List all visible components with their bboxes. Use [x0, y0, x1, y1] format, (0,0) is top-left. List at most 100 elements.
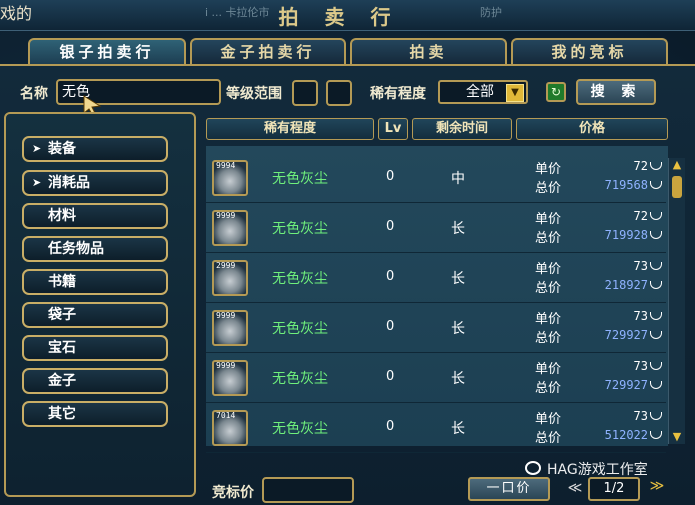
- watermark-text: HAG游戏工作室: [547, 462, 648, 478]
- total-price-label: 总价: [535, 281, 562, 296]
- category-label: 装备: [48, 141, 76, 157]
- unit-price-label: 单价: [535, 162, 562, 177]
- listing-row[interactable]: 9999 无色灰尘 0 长 单价 总价 73 729927: [206, 304, 666, 353]
- dropdown-arrow-icon[interactable]: ▼: [506, 84, 524, 102]
- name-label: 名称: [20, 86, 48, 102]
- category-label: 消耗品: [48, 175, 90, 191]
- silver-coin-icon: [650, 281, 662, 289]
- unit-price-label: 单价: [535, 312, 562, 327]
- next-page-icon[interactable]: ≫: [646, 478, 668, 498]
- item-name: 无色灰尘: [272, 271, 328, 287]
- dust-item-icon[interactable]: 9994: [212, 160, 248, 196]
- listing-row[interactable]: 9999 无色灰尘 0 长 单价 总价 72 719928: [206, 204, 666, 253]
- item-quantity: 2999: [216, 261, 236, 270]
- item-level: 0: [386, 219, 395, 234]
- dust-item-icon[interactable]: 9999: [212, 310, 248, 346]
- item-quantity: 9999: [216, 211, 236, 220]
- listing-row[interactable]: 9994 无色灰尘 0 中 单价 总价 72 719568: [206, 154, 666, 203]
- silver-coin-icon: [650, 212, 662, 220]
- unit-price: 73: [633, 409, 648, 423]
- rarity-select[interactable]: 全部 ▼: [438, 80, 528, 104]
- category-gold[interactable]: 金子: [22, 368, 168, 394]
- scroll-down-icon[interactable]: ▼: [670, 430, 684, 444]
- silver-coin-icon: [650, 181, 662, 189]
- unit-price: 72: [633, 209, 648, 223]
- category-label: 宝石: [48, 340, 76, 356]
- category-label: 任务物品: [48, 241, 104, 257]
- search-button[interactable]: 搜 索: [576, 79, 656, 105]
- category-gems[interactable]: 宝石: [22, 335, 168, 361]
- background-text-edge: 戏的: [0, 4, 33, 23]
- tab-auction[interactable]: 拍卖: [350, 38, 507, 64]
- item-time-left: 长: [451, 321, 465, 337]
- listing-header: 稀有程度 Lv 剩余时间 价格: [206, 118, 669, 142]
- category-consumables[interactable]: ➤ 消耗品: [22, 170, 168, 196]
- level-min-input[interactable]: [292, 80, 318, 106]
- column-time-left[interactable]: 剩余时间: [412, 118, 512, 140]
- wechat-icon: [525, 461, 541, 475]
- listing-row[interactable]: 2999 无色灰尘 0 长 单价 总价 73 218927: [206, 254, 666, 303]
- refresh-icon[interactable]: ↻: [546, 82, 566, 102]
- silver-coin-icon: [650, 312, 662, 320]
- scroll-thumb[interactable]: [672, 176, 682, 198]
- expand-arrow-icon: ➤: [32, 176, 42, 189]
- total-price-label: 总价: [535, 431, 562, 446]
- listing-row[interactable]: 9999 无色灰尘 0 长 单价 总价 73 729927: [206, 354, 666, 403]
- rarity-select-value: 全部: [466, 84, 494, 100]
- tab-my-bids[interactable]: 我的竞标: [511, 38, 668, 64]
- name-input[interactable]: 无色: [56, 79, 221, 105]
- item-name: 无色灰尘: [272, 421, 328, 437]
- item-time-left: 长: [451, 271, 465, 287]
- total-price: 512022: [604, 428, 648, 442]
- category-bags[interactable]: 袋子: [22, 302, 168, 328]
- silver-coin-icon: [650, 162, 662, 170]
- listing-list: 9994 无色灰尘 0 中 单价 总价 72 719568 9999 无色灰尘 …: [206, 146, 668, 453]
- item-level: 0: [386, 169, 395, 184]
- category-other[interactable]: 其它: [22, 401, 168, 427]
- bid-price-input[interactable]: [262, 477, 354, 503]
- silver-coin-icon: [650, 412, 662, 420]
- item-name: 无色灰尘: [272, 171, 328, 187]
- unit-price-label: 单价: [535, 212, 562, 227]
- unit-price: 73: [633, 309, 648, 323]
- total-price: 719568: [604, 178, 648, 192]
- total-price: 218927: [604, 278, 648, 292]
- prev-page-icon[interactable]: ≪: [566, 480, 584, 498]
- level-max-input[interactable]: [326, 80, 352, 106]
- rarity-label: 稀有程度: [370, 86, 426, 102]
- item-name: 无色灰尘: [272, 371, 328, 387]
- category-quest-items[interactable]: 任务物品: [22, 236, 168, 262]
- category-label: 书籍: [48, 274, 76, 290]
- column-price[interactable]: 价格: [516, 118, 668, 140]
- listing-scrollbar[interactable]: ▲ ▼: [668, 158, 685, 444]
- dust-item-icon[interactable]: 7014: [212, 410, 248, 446]
- total-price: 729927: [604, 328, 648, 342]
- item-time-left: 长: [451, 421, 465, 437]
- item-name: 无色灰尘: [272, 321, 328, 337]
- unit-price: 72: [633, 159, 648, 173]
- listing-row[interactable]: 7014 无色灰尘 0 长 单价 总价 73 512022: [206, 404, 666, 453]
- item-quantity: 9999: [216, 361, 236, 370]
- category-materials[interactable]: 材料: [22, 203, 168, 229]
- category-books[interactable]: 书籍: [22, 269, 168, 295]
- total-price-label: 总价: [535, 231, 562, 246]
- column-level[interactable]: Lv: [378, 118, 408, 140]
- unit-price-label: 单价: [535, 262, 562, 277]
- column-rarity[interactable]: 稀有程度: [206, 118, 374, 140]
- unit-price: 73: [633, 359, 648, 373]
- dust-item-icon[interactable]: 9999: [212, 210, 248, 246]
- item-level: 0: [386, 369, 395, 384]
- scroll-up-icon[interactable]: ▲: [670, 158, 684, 172]
- category-label: 材料: [48, 208, 76, 224]
- buyout-button[interactable]: 一口价: [468, 477, 550, 501]
- category-label: 其它: [48, 406, 76, 422]
- category-equipment[interactable]: ➤ 装备: [22, 136, 168, 162]
- category-label: 金子: [48, 373, 76, 389]
- total-price: 729927: [604, 378, 648, 392]
- dust-item-icon[interactable]: 2999: [212, 260, 248, 296]
- silver-coin-icon: [650, 381, 662, 389]
- dust-item-icon[interactable]: 9999: [212, 360, 248, 396]
- unit-price: 73: [633, 259, 648, 273]
- tab-gold-auction[interactable]: 金子拍卖行: [190, 38, 346, 64]
- tab-silver-auction[interactable]: 银子拍卖行: [28, 38, 186, 64]
